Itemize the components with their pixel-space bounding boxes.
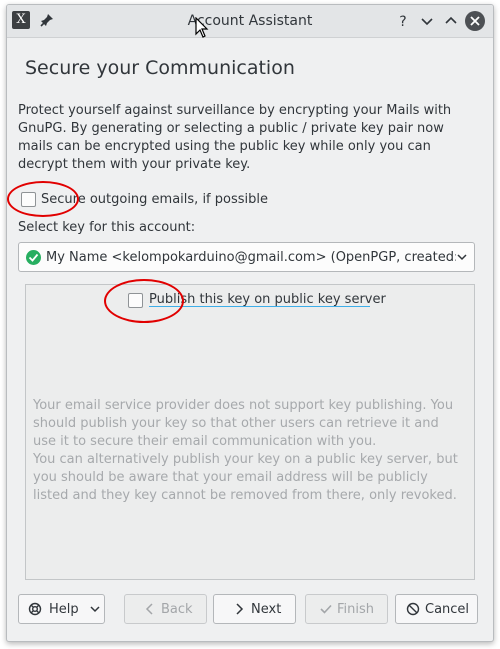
cancel-button-label: Cancel	[425, 602, 470, 617]
publish-key-label[interactable]: Publish this key on public key server	[149, 292, 386, 307]
next-button-label: Next	[251, 602, 282, 617]
chevron-left-icon	[145, 603, 153, 615]
key-select-combobox[interactable]: My Name <kelompokarduino@gmail.com> (Ope…	[18, 242, 475, 272]
finish-button[interactable]: Finish	[305, 594, 388, 624]
title-bar: X Account Assistant ?	[7, 5, 493, 38]
back-button[interactable]: Back	[124, 594, 207, 624]
publish-key-panel: Your email service provider does not sup…	[25, 284, 475, 580]
page-description: Protect yourself against surveillance by…	[18, 103, 452, 172]
annotation-circle	[104, 279, 184, 323]
chevron-down-icon[interactable]	[456, 251, 468, 263]
help-titlebar-button[interactable]: ?	[393, 11, 413, 31]
account-assistant-window: X Account Assistant ? Secure your Commun…	[6, 4, 494, 642]
help-button-label: Help	[49, 602, 79, 617]
finish-button-label: Finish	[337, 602, 375, 617]
checkmark-icon	[320, 604, 332, 614]
back-button-label: Back	[161, 602, 193, 617]
key-select-value: My Name <kelompokarduino@gmail.com> (Ope…	[46, 250, 456, 265]
minimize-button[interactable]	[417, 11, 437, 31]
maximize-button[interactable]	[441, 11, 461, 31]
next-button[interactable]: Next	[213, 594, 296, 624]
annotation-circle	[7, 181, 79, 217]
cancel-icon	[406, 602, 420, 616]
publish-notice-text: Your email service provider does not sup…	[33, 398, 458, 503]
valid-key-check-icon	[26, 250, 41, 265]
select-key-label: Select key for this account:	[18, 220, 196, 235]
question-icon: ?	[399, 14, 406, 30]
lifebuoy-icon	[28, 602, 42, 616]
help-button[interactable]: Help	[18, 594, 105, 624]
page-title: Secure your Communication	[25, 57, 295, 79]
chevron-right-icon	[236, 603, 244, 615]
cancel-button[interactable]: Cancel	[395, 594, 478, 624]
mouse-cursor-icon	[195, 16, 209, 39]
chevron-down-icon	[90, 606, 100, 613]
close-button[interactable]	[465, 11, 485, 31]
